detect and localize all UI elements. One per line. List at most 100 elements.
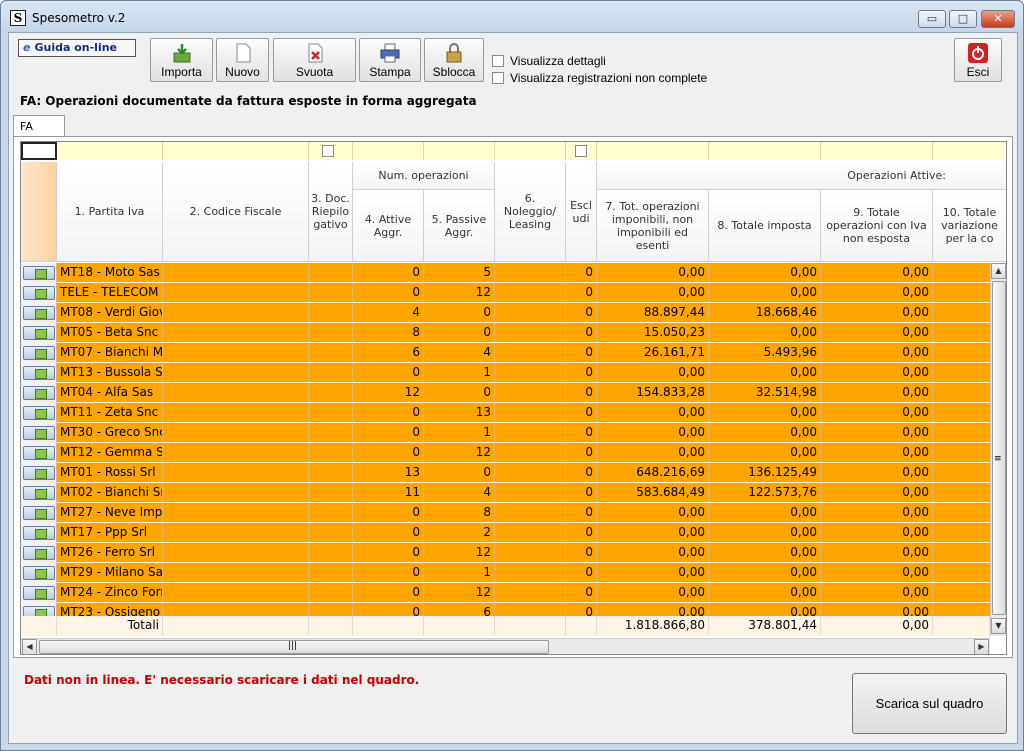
cell-noleggio[interactable] bbox=[495, 543, 566, 563]
cell-noleggio[interactable] bbox=[495, 443, 566, 463]
cell-escludi[interactable]: 0 bbox=[566, 323, 597, 343]
cell-totale-variazione[interactable] bbox=[933, 363, 990, 383]
cell-noleggio[interactable] bbox=[495, 363, 566, 383]
cell-noleggio[interactable] bbox=[495, 323, 566, 343]
header-doc-riepilogativo[interactable]: 3. Doc. Riepilo gativo bbox=[309, 162, 353, 262]
cell-iva-non-esposta[interactable]: 0,00 bbox=[821, 363, 933, 383]
cell-partita-iva[interactable]: MT17 - Ppp Srl bbox=[57, 523, 163, 543]
cell-totale-variazione[interactable] bbox=[933, 423, 990, 443]
cell-tot-operazioni[interactable]: 0,00 bbox=[597, 363, 709, 383]
cell-doc-riepilogativo[interactable] bbox=[309, 343, 353, 363]
cell-totale-imposta[interactable]: 136.125,49 bbox=[709, 463, 821, 483]
cell-totale-imposta[interactable]: 0,00 bbox=[709, 403, 821, 423]
cell-iva-non-esposta[interactable]: 0,00 bbox=[821, 423, 933, 443]
cell-passive-aggr[interactable]: 6 bbox=[424, 603, 495, 616]
cell-tot-operazioni[interactable]: 0,00 bbox=[597, 403, 709, 423]
cell-totale-variazione[interactable] bbox=[933, 443, 990, 463]
cell-codice-fiscale[interactable] bbox=[163, 543, 309, 563]
download-to-quadro-button[interactable]: Scarica sul quadro bbox=[852, 673, 1007, 734]
row-add-button-cell[interactable] bbox=[21, 403, 57, 423]
filter-cell[interactable] bbox=[709, 142, 821, 160]
cell-doc-riepilogativo[interactable] bbox=[309, 383, 353, 403]
cell-doc-riepilogativo[interactable] bbox=[309, 563, 353, 583]
cell-totale-variazione[interactable] bbox=[933, 503, 990, 523]
cell-passive-aggr[interactable]: 12 bbox=[424, 283, 495, 303]
cell-tot-operazioni[interactable]: 0,00 bbox=[597, 583, 709, 603]
cell-totale-variazione[interactable] bbox=[933, 583, 990, 603]
cell-passive-aggr[interactable]: 12 bbox=[424, 583, 495, 603]
cell-iva-non-esposta[interactable]: 0,00 bbox=[821, 283, 933, 303]
cell-totale-variazione[interactable] bbox=[933, 263, 990, 283]
add-detail-icon[interactable] bbox=[22, 445, 55, 460]
add-detail-icon[interactable] bbox=[22, 565, 55, 580]
minimize-button[interactable]: ▭ bbox=[918, 10, 946, 28]
table-row[interactable]: MT08 - Verdi Giovanni40088.897,4418.668,… bbox=[21, 303, 990, 323]
cell-passive-aggr[interactable]: 1 bbox=[424, 563, 495, 583]
vertical-scroll-thumb[interactable]: ≡ bbox=[992, 281, 1006, 615]
cell-iva-non-esposta[interactable]: 0,00 bbox=[821, 323, 933, 343]
add-detail-icon[interactable] bbox=[22, 285, 55, 300]
table-row[interactable]: MT30 - Greco Snc 0 1 0 0,00 0,00 0,00 bbox=[21, 423, 990, 443]
cell-doc-riepilogativo[interactable] bbox=[309, 463, 353, 483]
cell-totale-variazione[interactable] bbox=[933, 323, 990, 343]
cell-iva-non-esposta[interactable]: 0,00 bbox=[821, 603, 933, 616]
cell-codice-fiscale[interactable] bbox=[163, 603, 309, 616]
cell-doc-riepilogativo[interactable] bbox=[309, 603, 353, 616]
header-partita-iva[interactable]: 1. Partita Iva bbox=[57, 162, 163, 262]
cell-doc-riepilogativo[interactable] bbox=[309, 323, 353, 343]
filter-cell[interactable] bbox=[933, 142, 1006, 160]
cell-passive-aggr[interactable]: 1 bbox=[424, 423, 495, 443]
cell-doc-riepilogativo[interactable] bbox=[309, 263, 353, 283]
cell-totale-variazione[interactable] bbox=[933, 303, 990, 323]
cell-iva-non-esposta[interactable]: 0,00 bbox=[821, 403, 933, 423]
cell-partita-iva[interactable]: MT27 - Neve Impianti Sas bbox=[57, 503, 163, 523]
cell-attive-aggr[interactable]: 0 bbox=[353, 443, 424, 463]
cell-totale-variazione[interactable] bbox=[933, 463, 990, 483]
cell-totale-variazione[interactable] bbox=[933, 603, 990, 616]
show-details-checkbox[interactable]: Visualizza dettagli bbox=[492, 54, 606, 68]
cell-codice-fiscale[interactable] bbox=[163, 323, 309, 343]
cell-passive-aggr[interactable]: 8 bbox=[424, 503, 495, 523]
cell-totale-imposta[interactable]: 0,00 bbox=[709, 263, 821, 283]
cell-doc-riepilogativo[interactable] bbox=[309, 503, 353, 523]
cell-tot-operazioni[interactable]: 583.684,49 bbox=[597, 483, 709, 503]
cell-passive-aggr[interactable]: 13 bbox=[424, 403, 495, 423]
cell-escludi[interactable]: 0 bbox=[566, 463, 597, 483]
add-detail-icon[interactable] bbox=[22, 485, 55, 500]
cell-escludi[interactable]: 0 bbox=[566, 523, 597, 543]
cell-codice-fiscale[interactable] bbox=[163, 523, 309, 543]
cell-totale-variazione[interactable] bbox=[933, 343, 990, 363]
table-row[interactable]: MT18 - Moto Sas 0 5 0 0,00 0,00 0,00 bbox=[21, 263, 990, 283]
cell-totale-imposta[interactable]: 0,00 bbox=[709, 603, 821, 616]
cell-attive-aggr[interactable]: 13 bbox=[353, 463, 424, 483]
cell-noleggio[interactable] bbox=[495, 523, 566, 543]
cell-escludi[interactable]: 0 bbox=[566, 543, 597, 563]
table-row[interactable]: MT07 - Bianchi Mario 64 026.161,715.493,96… bbox=[21, 343, 990, 363]
cell-totale-imposta[interactable]: 0,00 bbox=[709, 363, 821, 383]
cell-codice-fiscale[interactable] bbox=[163, 343, 309, 363]
row-add-button-cell[interactable] bbox=[21, 263, 57, 283]
cell-totale-variazione[interactable] bbox=[933, 283, 990, 303]
tab-fa[interactable]: FA bbox=[13, 115, 65, 137]
cell-noleggio[interactable] bbox=[495, 583, 566, 603]
cell-noleggio[interactable] bbox=[495, 263, 566, 283]
filter-cell[interactable] bbox=[821, 142, 933, 160]
unlock-button[interactable]: Sblocca bbox=[424, 38, 484, 82]
cell-totale-imposta[interactable]: 0,00 bbox=[709, 583, 821, 603]
add-detail-icon[interactable] bbox=[22, 605, 55, 616]
cell-totale-imposta[interactable]: 0,00 bbox=[709, 503, 821, 523]
cell-totale-variazione[interactable] bbox=[933, 523, 990, 543]
header-noleggio-leasing[interactable]: 6. Noleggio/ Leasing bbox=[495, 162, 566, 262]
cell-attive-aggr[interactable]: 0 bbox=[353, 403, 424, 423]
cell-noleggio[interactable] bbox=[495, 343, 566, 363]
horizontal-scroll-thumb[interactable]: ||| bbox=[39, 640, 549, 654]
cell-codice-fiscale[interactable] bbox=[163, 483, 309, 503]
add-detail-icon[interactable] bbox=[22, 325, 55, 340]
row-add-button-cell[interactable] bbox=[21, 383, 57, 403]
filter-cell[interactable] bbox=[163, 142, 309, 160]
cell-partita-iva[interactable]: MT11 - Zeta Snc bbox=[57, 403, 163, 423]
cell-attive-aggr[interactable]: 0 bbox=[353, 503, 424, 523]
cell-tot-operazioni[interactable]: 0,00 bbox=[597, 263, 709, 283]
cell-noleggio[interactable] bbox=[495, 383, 566, 403]
cell-attive-aggr[interactable]: 0 bbox=[353, 423, 424, 443]
